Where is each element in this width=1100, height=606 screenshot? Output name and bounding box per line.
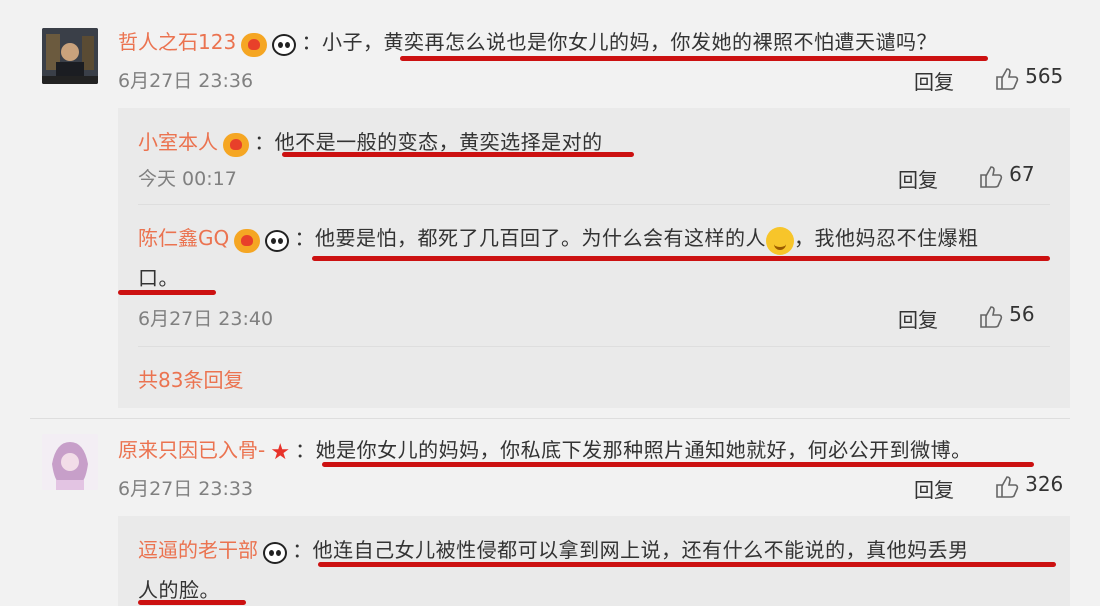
comment-time: 6月27日 23:33 [118,478,254,500]
panda-emoji-icon [263,541,288,564]
reply-text-line2: 口。 [138,266,179,290]
comment-header: 哲人之石123 ：小子，黄奕再怎么说也是你女儿的妈，你发她的裸照不怕遭天谴吗？ [118,26,937,57]
divider [138,204,1050,205]
highlight-underline [118,290,216,295]
reply-button[interactable]: 回复 [914,66,954,95]
divider [30,418,1070,419]
star-icon: ★ [270,440,291,465]
like-button[interactable]: 326 [994,472,1063,500]
like-count: 56 [1009,302,1035,326]
reply-time: 6月27日 23:40 [138,308,274,330]
comment-time: 6月27日 23:36 [118,70,254,92]
vip-crown-icon [223,132,250,157]
avatar-image [42,434,98,490]
highlight-underline [312,256,1050,261]
username[interactable]: 原来只因已入骨- [118,438,265,462]
username[interactable]: 逗逼的老干部 [138,538,258,562]
thumbs-up-icon [996,67,1019,90]
username[interactable]: 哲人之石123 [118,30,236,54]
smiley-emoji-icon [766,226,795,255]
comment-header: 原来只因已入骨- ★ ：她是你女儿的妈妈，你私底下发那种照片通知她就好，何必公开… [118,434,972,465]
more-replies-link[interactable]: 共83条回复 [138,364,243,393]
reply-time: 今天 00:17 [138,168,237,190]
reply-button[interactable]: 回复 [898,304,938,333]
panda-emoji-icon [265,229,290,252]
reply-text: ：他连自己女儿被性侵都可以拿到网上说，还有什么不能说的，真他妈丢男 [292,538,969,562]
reply-text: ：他不是一般的变态，黄奕选择是对的 [254,130,603,154]
like-count: 326 [1025,472,1064,496]
highlight-underline [322,462,1034,467]
reply-text-line2: 人的脸。 [138,578,220,602]
highlight-underline [318,562,1056,567]
vip-crown-icon [241,32,268,57]
highlight-underline [138,600,246,605]
reply-header: 陈仁鑫GQ ：他要是怕，都死了几百回了。为什么会有这样的人 ，我他妈忍不住爆粗 [138,222,979,255]
avatar[interactable] [42,434,98,490]
reply-text-continued: ，我他妈忍不住爆粗 [794,226,979,250]
username[interactable]: 陈仁鑫GQ [138,226,229,250]
reply-button[interactable]: 回复 [914,474,954,503]
like-button[interactable]: 67 [978,162,1035,190]
avatar[interactable] [42,28,98,84]
username[interactable]: 小室本人 [138,130,218,154]
reply-text: ：他要是怕，都死了几百回了。为什么会有这样的人 [294,226,767,250]
like-button[interactable]: 56 [978,302,1035,330]
like-button[interactable]: 565 [994,64,1063,92]
thumbs-up-icon [980,165,1003,188]
vip-crown-icon [234,228,261,253]
reply-button[interactable]: 回复 [898,164,938,193]
divider [138,346,1050,347]
like-count: 565 [1025,64,1064,88]
like-count: 67 [1009,162,1035,186]
thumbs-up-icon [996,475,1019,498]
comment-text: ：小子，黄奕再怎么说也是你女儿的妈，你发她的裸照不怕遭天谴吗？ [301,30,937,54]
thumbs-up-icon [980,305,1003,328]
highlight-underline [282,152,634,157]
panda-emoji-icon [272,33,297,56]
avatar-image [42,28,98,84]
highlight-underline [400,56,988,61]
comment-text: ：她是你女儿的妈妈，你私底下发那种照片通知她就好，何必公开到微博。 [295,438,972,462]
reply-header: 逗逼的老干部 ：他连自己女儿被性侵都可以拿到网上说，还有什么不能说的，真他妈丢男 [138,534,969,564]
